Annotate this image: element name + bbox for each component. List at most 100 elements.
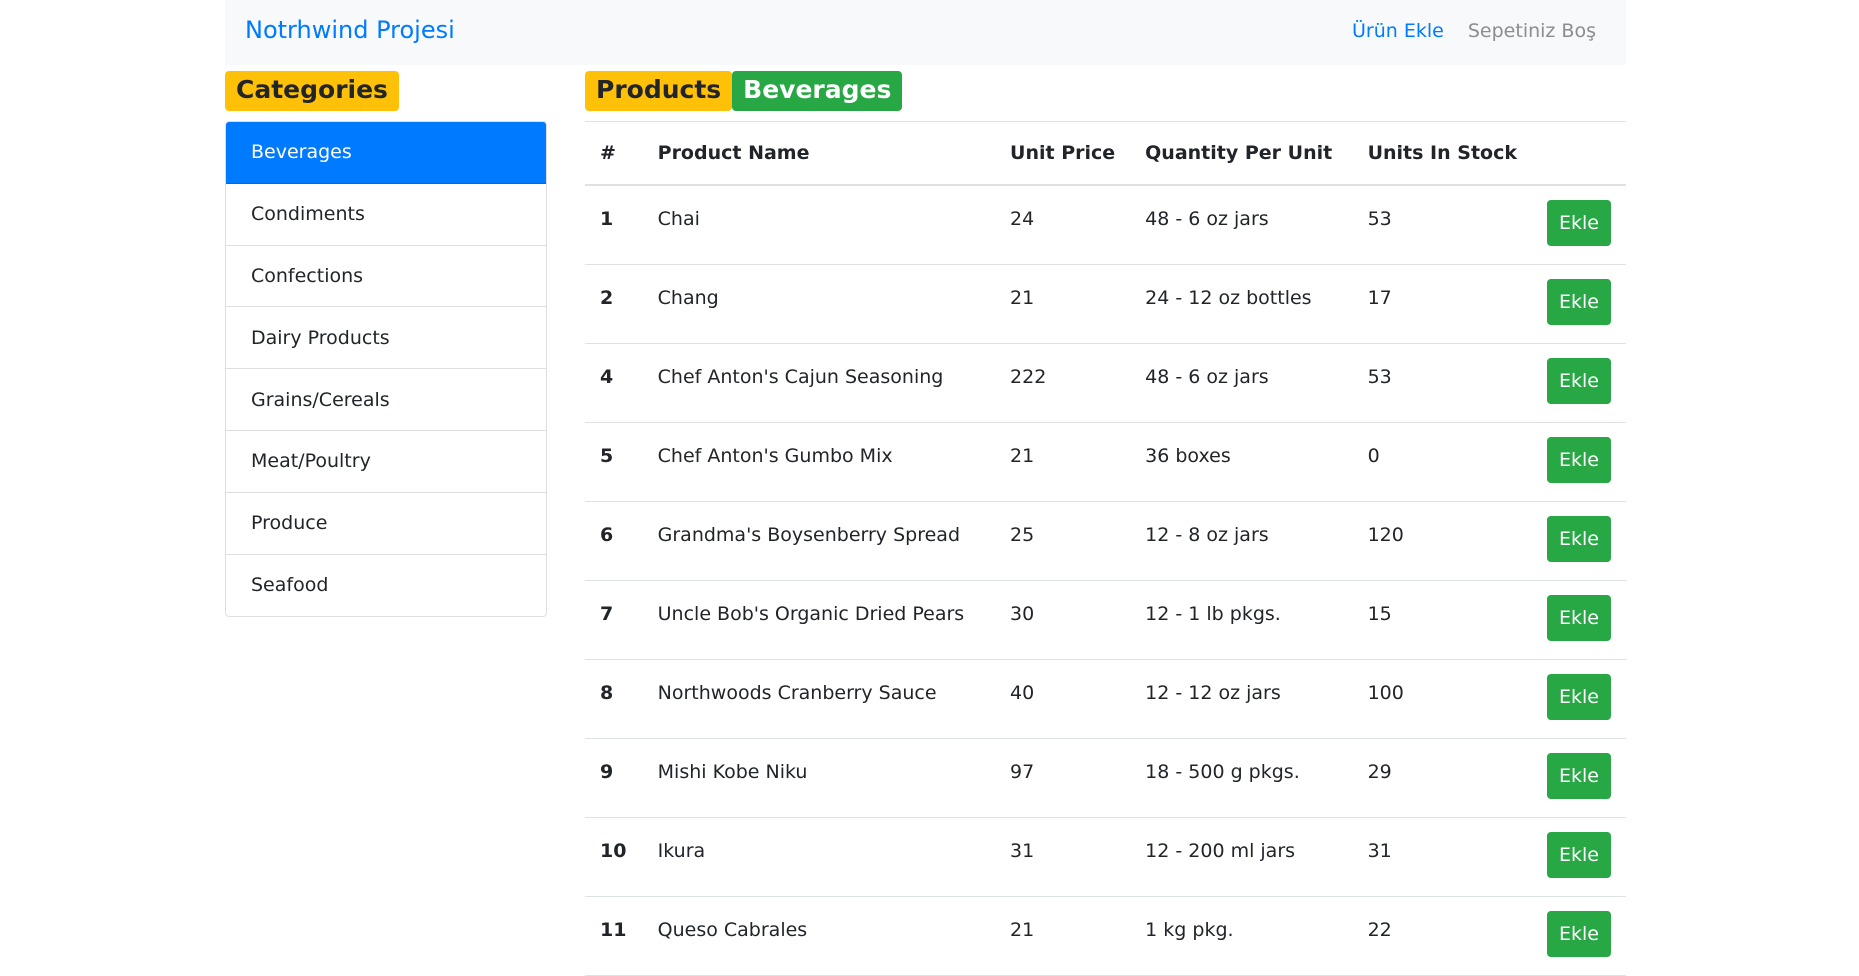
category-list: Beverages Condiments Confections Dairy Prod…	[225, 121, 547, 618]
table-row: 1 Chai 24 48 - 6 oz jars 53 Ekle	[585, 185, 1626, 265]
table-row: 4 Chef Anton's Cajun Seasoning 222 48 - 6 o…	[585, 343, 1626, 423]
product-id-cell: 11	[585, 896, 643, 976]
add-product-link[interactable]: Ürün Ekle	[1352, 20, 1444, 42]
products-title-badge: Products	[585, 71, 733, 111]
table-row: 10 Ikura 31 12 - 200 ml jars 31 Ekle	[585, 817, 1626, 897]
product-name-cell: Chang	[642, 264, 996, 344]
table-header: # Product Name Unit Price Quantity Per U…	[585, 121, 1626, 186]
quantity-per-unit-cell: 36 boxes	[1130, 422, 1353, 502]
category-item-grains-cereals[interactable]: Grains/Cereals	[226, 369, 546, 431]
add-to-cart-button[interactable]: Ekle	[1547, 831, 1611, 878]
products-table: # Product Name Unit Price Quantity Per U…	[585, 121, 1626, 976]
action-cell: Ekle	[1532, 501, 1626, 581]
cart-status-link[interactable]: Sepetiniz Boş	[1468, 20, 1596, 42]
product-id-cell: 7	[585, 580, 643, 660]
add-to-cart-button[interactable]: Ekle	[1547, 752, 1611, 799]
add-to-cart-button[interactable]: Ekle	[1547, 673, 1611, 720]
units-in-stock-cell: 53	[1352, 185, 1533, 265]
units-in-stock-cell: 31	[1352, 817, 1533, 897]
product-id-cell: 9	[585, 738, 643, 818]
unit-price-cell: 97	[995, 738, 1131, 818]
quantity-per-unit-cell: 12 - 8 oz jars	[1130, 501, 1353, 581]
table-row: 7 Uncle Bob's Organic Dried Pears 30 12 - 1…	[585, 580, 1626, 660]
action-cell: Ekle	[1532, 738, 1626, 818]
unit-price-cell: 40	[995, 659, 1131, 739]
product-name-cell: Chef Anton's Gumbo Mix	[642, 422, 996, 502]
unit-price-cell: 21	[995, 422, 1131, 502]
quantity-per-unit-cell: 48 - 6 oz jars	[1130, 185, 1353, 265]
product-id-cell: 10	[585, 817, 643, 897]
products-header: Products Beverages	[585, 71, 903, 111]
quantity-per-unit-cell: 12 - 12 oz jars	[1130, 659, 1353, 739]
action-cell: Ekle	[1532, 422, 1626, 502]
units-in-stock-cell: 100	[1352, 659, 1533, 739]
quantity-per-unit-cell: 48 - 6 oz jars	[1130, 343, 1353, 423]
table-row: 2 Chang 21 24 - 12 oz bottles 17 Ekle	[585, 264, 1626, 344]
categories-title-badge: Categories	[225, 71, 399, 111]
product-name-cell: Chai	[642, 185, 996, 265]
unit-price-cell: 25	[995, 501, 1131, 581]
category-item-dairy-products[interactable]: Dairy Products	[226, 307, 546, 370]
product-id-cell: 1	[585, 185, 643, 265]
unit-price-cell: 24	[995, 185, 1131, 265]
table-row: 6 Grandma's Boysenberry Spread 25 12 - 8 oz…	[585, 501, 1626, 581]
product-name-cell: Grandma's Boysenberry Spread	[642, 501, 996, 581]
quantity-per-unit-cell: 12 - 1 lb pkgs.	[1130, 580, 1353, 660]
add-to-cart-button[interactable]: Ekle	[1547, 200, 1611, 246]
add-to-cart-button[interactable]: Ekle	[1547, 515, 1611, 562]
category-item-meat-poultry[interactable]: Meat/Poultry	[226, 431, 546, 493]
units-in-stock-cell: 22	[1352, 896, 1533, 976]
category-item-produce[interactable]: Produce	[226, 493, 546, 555]
categories-header: Categories	[225, 71, 399, 111]
action-cell: Ekle	[1532, 343, 1626, 423]
navbar: Notrhwind Projesi Ürün Ekle Sepetiniz Bo…	[225, 0, 1626, 65]
table-row: 8 Northwoods Cranberry Sauce 40 12 - 12 oz …	[585, 659, 1626, 739]
units-in-stock-cell: 120	[1352, 501, 1533, 581]
navbar-right: Ürün Ekle Sepetiniz Boş	[1352, 20, 1596, 42]
table-row: 9 Mishi Kobe Niku 97 18 - 500 g pkgs. 29 Ekle	[585, 738, 1626, 818]
add-to-cart-button[interactable]: Ekle	[1547, 357, 1611, 404]
action-cell: Ekle	[1532, 817, 1626, 897]
quantity-per-unit-cell: 1 kg pkg.	[1130, 896, 1353, 976]
column-header-number: #	[585, 121, 643, 186]
add-to-cart-button[interactable]: Ekle	[1547, 278, 1611, 325]
category-item-seafood[interactable]: Seafood	[226, 555, 546, 617]
products-table-wrapper: # Product Name Unit Price Quantity Per U…	[585, 121, 1626, 976]
units-in-stock-cell: 29	[1352, 738, 1533, 818]
product-name-cell: Northwoods Cranberry Sauce	[642, 659, 996, 739]
quantity-per-unit-cell: 18 - 500 g pkgs.	[1130, 738, 1353, 818]
units-in-stock-cell: 17	[1352, 264, 1533, 344]
product-id-cell: 6	[585, 501, 643, 581]
add-to-cart-button[interactable]: Ekle	[1547, 594, 1611, 641]
product-id-cell: 4	[585, 343, 643, 423]
column-header-unit-price: Unit Price	[995, 121, 1131, 186]
product-id-cell: 8	[585, 659, 643, 739]
product-name-cell: Chef Anton's Cajun Seasoning	[642, 343, 996, 423]
table-row: 5 Chef Anton's Gumbo Mix 21 36 boxes 0 Ekle	[585, 422, 1626, 502]
column-header-quantity-per-unit: Quantity Per Unit	[1130, 121, 1353, 186]
product-name-cell: Ikura	[642, 817, 996, 897]
table-body: 1 Chai 24 48 - 6 oz jars 53 Ekle 2 Chang 21 24 - …	[585, 185, 1626, 976]
category-item-confections[interactable]: Confections	[226, 246, 546, 308]
action-cell: Ekle	[1532, 659, 1626, 739]
column-header-product-name: Product Name	[642, 121, 996, 186]
unit-price-cell: 30	[995, 580, 1131, 660]
units-in-stock-cell: 53	[1352, 343, 1533, 423]
category-item-condiments[interactable]: Condiments	[226, 184, 546, 246]
add-to-cart-button[interactable]: Ekle	[1547, 436, 1611, 483]
unit-price-cell: 21	[995, 896, 1131, 976]
unit-price-cell: 31	[995, 817, 1131, 897]
column-header-action	[1532, 121, 1626, 186]
category-item-beverages[interactable]: Beverages	[226, 122, 546, 184]
action-cell: Ekle	[1532, 264, 1626, 344]
unit-price-cell: 21	[995, 264, 1131, 344]
add-to-cart-button[interactable]: Ekle	[1547, 910, 1611, 957]
units-in-stock-cell: 0	[1352, 422, 1533, 502]
current-category-badge: Beverages	[732, 71, 903, 111]
action-cell: Ekle	[1532, 185, 1626, 265]
product-id-cell: 2	[585, 264, 643, 344]
brand-link[interactable]: Notrhwind Projesi	[245, 16, 455, 44]
action-cell: Ekle	[1532, 896, 1626, 976]
product-id-cell: 5	[585, 422, 643, 502]
table-header-row: # Product Name Unit Price Quantity Per U…	[585, 121, 1626, 186]
